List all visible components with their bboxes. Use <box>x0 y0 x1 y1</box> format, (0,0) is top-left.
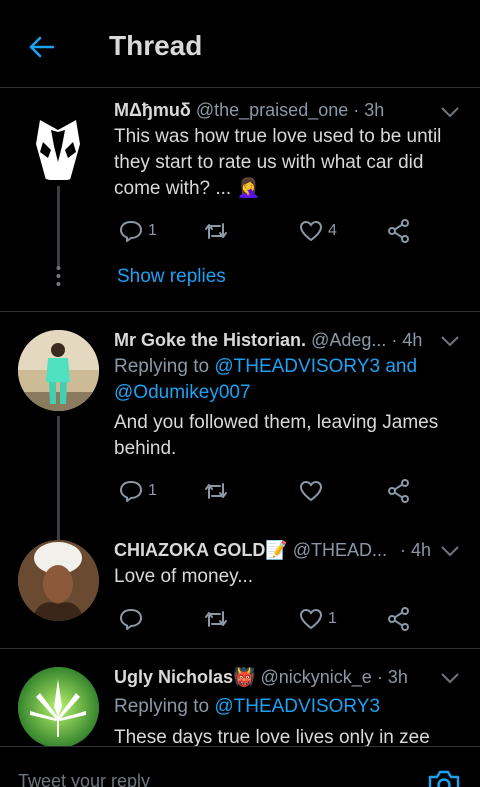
tweet-actions: 1 4 <box>114 216 424 246</box>
share-icon <box>388 219 409 243</box>
tweet-meta: MΔђmuδ @the_praised_one · 3h <box>114 100 384 121</box>
tweet[interactable]: Ugly Nicholas👹 @nickynick_e · 3h Replyin… <box>0 649 480 746</box>
camera-icon[interactable] <box>427 769 461 787</box>
share-icon <box>388 607 409 631</box>
user-handle[interactable]: @the_praised_one <box>196 100 348 120</box>
tweet-text: This was how true love used to be until … <box>114 126 442 199</box>
user-handle[interactable]: @THEAD... <box>293 540 387 560</box>
tweet-time: · 4h <box>391 330 423 350</box>
replying-to-handles[interactable]: @THEADVISORY3 <box>214 696 380 717</box>
user-handle[interactable]: @Adeg... <box>311 330 386 350</box>
display-name[interactable]: Mr Goke the Historian. <box>114 330 306 350</box>
retweet-button[interactable] <box>203 476 233 506</box>
tweet-time: · 3h <box>353 100 385 120</box>
more-replies-dots-icon <box>56 266 61 286</box>
reply-composer: Tweet your reply <box>0 746 480 787</box>
tweet[interactable]: MΔђmuδ @the_praised_one · 3h This was ho… <box>0 88 480 312</box>
tuxedo-avatar-icon <box>18 100 99 181</box>
reply-count: 1 <box>148 482 157 499</box>
thread-header: Thread <box>0 0 480 88</box>
display-name[interactable]: MΔђmuδ <box>114 100 191 120</box>
arrow-left-icon <box>29 36 55 58</box>
like-count: 1 <box>328 610 337 627</box>
chevron-down-icon[interactable] <box>439 334 461 348</box>
replying-to-label: Replying to <box>114 356 215 377</box>
tweet-text: Love of money... <box>114 566 254 587</box>
like-button[interactable] <box>298 476 328 506</box>
thread-line <box>57 186 60 266</box>
chevron-down-icon[interactable] <box>439 671 461 685</box>
reply-icon <box>120 609 142 630</box>
tweet-meta: Ugly Nicholas👹 @nickynick_e · 3h <box>114 667 408 688</box>
avatar[interactable] <box>18 667 99 746</box>
reply-button[interactable] <box>118 604 148 634</box>
share-icon <box>388 479 409 503</box>
retweet-icon <box>205 483 227 499</box>
back-button[interactable] <box>24 30 58 64</box>
reply-button[interactable]: 1 <box>118 476 157 506</box>
person-photo-icon <box>18 540 99 621</box>
share-button[interactable] <box>386 476 412 506</box>
avatar[interactable] <box>18 330 99 411</box>
retweet-icon <box>205 611 227 627</box>
tweet-actions: 1 <box>114 476 424 506</box>
replying-to: Replying to @THEADVISORY3 and @Odumikey0… <box>114 354 454 406</box>
show-replies-link[interactable]: Show replies <box>117 266 226 288</box>
reply-button[interactable]: 1 <box>118 216 157 246</box>
share-button[interactable] <box>386 604 412 634</box>
like-button[interactable]: 4 <box>298 216 337 246</box>
heart-icon <box>299 480 323 502</box>
tweet-meta: Mr Goke the Historian. @Adeg... · 4h <box>114 330 422 351</box>
like-count: 4 <box>328 222 337 239</box>
tweet-text: And you followed them, leaving James beh… <box>114 412 439 459</box>
reply-input[interactable]: Tweet your reply <box>18 771 150 787</box>
like-button[interactable]: 1 <box>298 604 337 634</box>
reply-icon <box>120 481 142 502</box>
share-button[interactable] <box>386 216 412 246</box>
person-photo-icon <box>18 330 99 411</box>
replying-to-label: Replying to <box>114 696 215 717</box>
avatar[interactable] <box>18 100 99 181</box>
page-title: Thread <box>109 30 203 61</box>
user-handle[interactable]: @nickynick_e <box>260 667 371 687</box>
display-name[interactable]: CHIAZOKA GOLD📝 <box>114 540 288 560</box>
tweet[interactable]: CHIAZOKA GOLD📝 @THEAD... · 4h Love of mo… <box>0 524 480 648</box>
tweet-text: These days true love lives only in zee <box>114 727 430 746</box>
replying-to: Replying to @THEADVISORY3 <box>114 694 454 720</box>
retweet-icon <box>205 223 227 239</box>
reply-icon <box>120 221 142 242</box>
tweet-time: · 3h <box>376 667 408 687</box>
avatar[interactable] <box>18 540 99 621</box>
tweet-actions: 1 <box>114 604 424 634</box>
display-name[interactable]: Ugly Nicholas👹 <box>114 667 255 687</box>
chevron-down-icon[interactable] <box>439 105 461 119</box>
reply-count: 1 <box>148 222 157 239</box>
tweet[interactable]: Mr Goke the Historian. @Adeg... · 4h Rep… <box>0 312 480 544</box>
heart-icon <box>299 608 323 630</box>
cannabis-leaf-icon <box>18 667 99 746</box>
chevron-down-icon[interactable] <box>439 544 461 558</box>
retweet-button[interactable] <box>203 604 233 634</box>
retweet-button[interactable] <box>203 216 233 246</box>
tweet-time: · 4h <box>400 540 432 560</box>
heart-icon <box>299 220 323 242</box>
tweet-meta: CHIAZOKA GOLD📝 @THEAD... · 4h <box>114 540 431 561</box>
